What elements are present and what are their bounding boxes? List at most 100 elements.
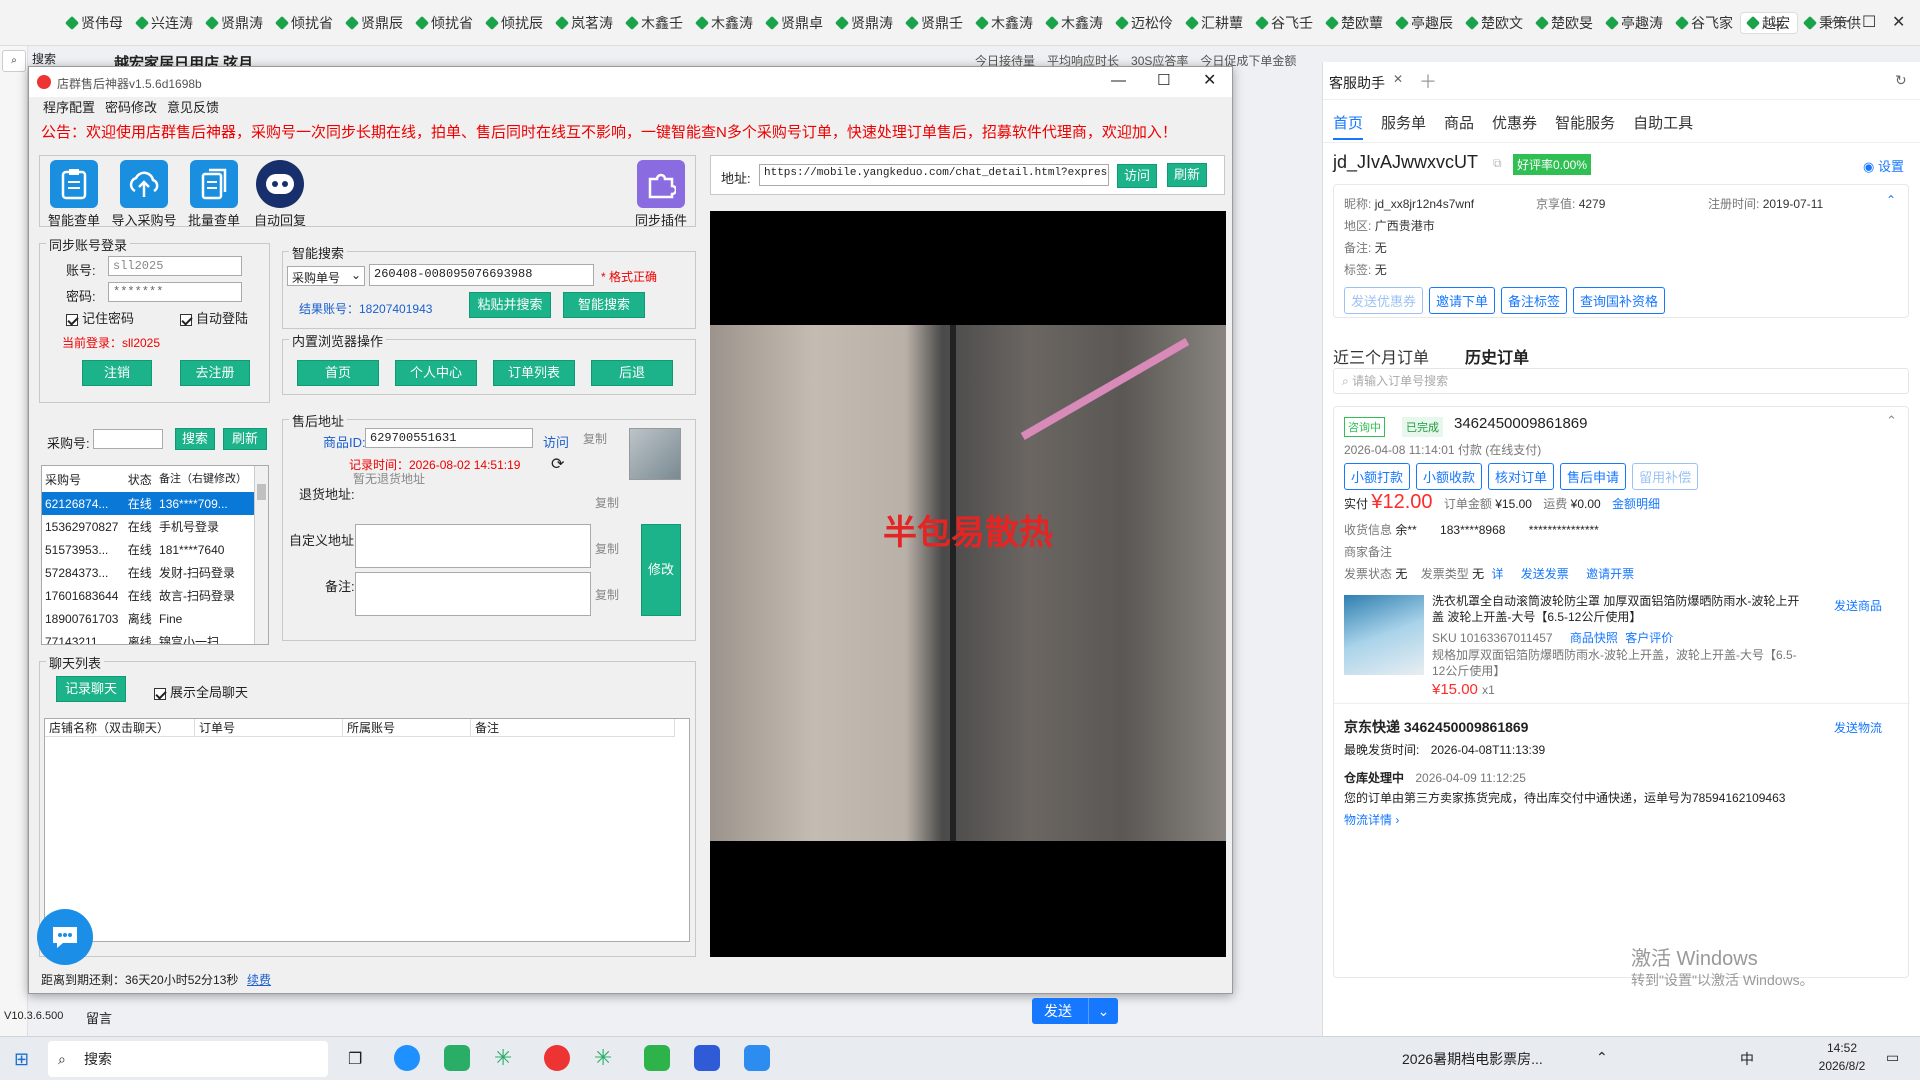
record-chat-button[interactable]: 记录聊天 [56,676,126,702]
settings-link[interactable]: ◉ 设置 [1863,156,1904,175]
show-all-chat-checkbox[interactable]: 展示全局聊天 [154,682,248,701]
browser-tab[interactable]: 倾扰辰 [480,12,550,34]
browser-tab[interactable]: 兴连涛 [130,12,200,34]
clock-time[interactable]: 14:52 [1812,1041,1872,1055]
browser-tab[interactable]: 倾扰省 [410,12,480,34]
browser-tab[interactable]: 楚欧旻 [1530,12,1600,34]
note-input[interactable] [355,572,591,616]
taskbar-news[interactable]: 2026暑期档电影票房... [1402,1049,1543,1069]
table-row[interactable]: 18900761703 离线 Fine [42,607,254,630]
modify-button[interactable]: 修改 [641,524,681,616]
clock-date[interactable]: 2026/8/2 [1804,1059,1880,1073]
subsidy-check-button[interactable]: 查询国补资格 [1573,287,1666,314]
smart-search-button[interactable]: 智能搜索 [563,292,645,318]
small-pay-button[interactable]: 小额打款 [1344,463,1411,490]
menu-config[interactable]: 程序配置 [43,97,95,119]
browser-tab[interactable]: 谷飞壬 [1250,12,1320,34]
invite-invoice-link[interactable]: 邀请开票 [1586,567,1634,581]
tool-auto-reply[interactable]: 自动回复 [250,160,310,229]
tool-smart-query[interactable]: 智能查单 [44,160,104,229]
chevron-up-icon[interactable]: ⌃ [1886,193,1896,207]
browser-tab[interactable]: 楚欧蕈 [1320,12,1390,34]
browser-tab[interactable]: 倾扰省 [270,12,340,34]
aftersale-app-icon[interactable] [544,1045,570,1071]
bg-search-label[interactable]: 搜索 [32,50,56,67]
windows-start-icon[interactable]: ⊞ [14,1049,29,1070]
maximize-icon[interactable]: ☐ [1862,12,1876,32]
browser-tab[interactable]: 迈松伶 [1110,12,1180,34]
browser-tab[interactable]: 贤鼎壬 [900,12,970,34]
menu-password[interactable]: 密码修改 [105,97,157,119]
table-row[interactable]: 17601683644 在线 故言-扫码登录 [42,584,254,607]
taskbar-search[interactable]: ⌕ 搜索 [48,1041,328,1077]
browser-tab[interactable]: 贤伟母 [60,12,130,34]
wechat-icon[interactable] [444,1045,470,1071]
send-coupon-button[interactable]: 发送优惠券 [1344,287,1424,314]
search-icon[interactable]: ⌕ [2,50,26,72]
tool-batch-query[interactable]: 批量查单 [184,160,244,229]
note-tag-button[interactable]: 备注标签 [1501,287,1568,314]
order-search-input[interactable]: ⌕ 请输入订单号搜索 [1333,368,1909,394]
renew-link[interactable]: 续费 [247,971,271,988]
browser-tab[interactable]: 亭趣涛 [1600,12,1670,34]
table-row[interactable]: 57284373... 在线 发财-扫码登录 [42,561,254,584]
minimize-icon[interactable]: — [1111,72,1126,89]
browser-tab[interactable]: 木鑫涛 [1040,12,1110,34]
browser-tab[interactable]: 贤鼎卓 [760,12,830,34]
assistant-tab[interactable]: 智能服务 [1555,112,1615,133]
table-row[interactable]: 77143211... 离线 锦宫小一扫... [42,630,254,645]
minimize-icon[interactable]: — [1832,12,1848,30]
visit-link[interactable]: 访问 [543,432,569,451]
browser-tab[interactable]: 木鑫涛 [970,12,1040,34]
custom-address-input[interactable] [355,524,591,568]
assistant-tab[interactable]: 优惠券 [1492,112,1537,133]
assistant-tab[interactable]: 自助工具 [1633,112,1693,133]
order-number-input[interactable]: 260408-008095076693988 [369,264,594,286]
search-type-select[interactable]: 采购单号 ⌄ [287,266,365,286]
url-refresh-button[interactable]: 刷新 [1167,163,1207,187]
review-link[interactable]: 客户评价 [1625,631,1673,645]
browser-tab[interactable]: 汇耕蕈 [1180,12,1250,34]
notification-icon[interactable]: ▭ [1886,1049,1899,1066]
browser-tab[interactable]: 楚欧文 [1460,12,1530,34]
close-icon[interactable]: ✕ [1393,72,1403,86]
browser-tab[interactable]: 岚茗涛 [550,12,620,34]
table-row[interactable]: 51573953... 在线 181****7640 [42,538,254,561]
copy-link[interactable]: 复制 [583,430,607,447]
chat-bubble-icon[interactable] [37,909,93,965]
buyer-search-input[interactable] [93,429,163,449]
chevron-up-icon[interactable]: ⌃ [1886,413,1897,429]
tab-recent-orders[interactable]: 近三个月订单 [1333,344,1429,368]
logistics-detail-link[interactable]: 物流详情 › [1344,811,1399,828]
buyer-search-button[interactable]: 搜索 [175,428,215,450]
paste-search-button[interactable]: 粘贴并搜索 [469,292,551,318]
aftersale-apply-button[interactable]: 售后申请 [1560,463,1627,490]
leave-message-label[interactable]: 留言 [86,1008,112,1027]
copy-icon[interactable]: ⧉ [1493,156,1502,171]
order-list-button[interactable]: 订单列表 [493,360,575,386]
autologin-checkbox[interactable]: 自动登陆 [180,308,248,327]
register-button[interactable]: 去注册 [180,360,250,386]
copy-link[interactable]: 复制 [595,540,619,557]
home-button[interactable]: 首页 [297,360,379,386]
browser-tab[interactable]: 亭趣辰 [1390,12,1460,34]
browser-tab[interactable]: 谷飞家 [1670,12,1740,34]
back-button[interactable]: 后退 [591,360,673,386]
table-row[interactable]: 62126874... 在线 136****709... [42,492,254,515]
app-m-icon[interactable] [694,1045,720,1071]
send-button[interactable]: 发送 ⌄ [1032,998,1118,1024]
send-product-link[interactable]: 发送商品 [1834,597,1882,614]
remember-checkbox[interactable]: 记住密码 [66,308,134,327]
task-view-icon[interactable]: ❐ [348,1049,362,1069]
plus-icon[interactable]: ＋ [1770,12,1786,36]
product-id-input[interactable]: 629700551631 [365,428,533,448]
maximize-icon[interactable]: ☐ [1157,71,1170,89]
profile-button[interactable]: 个人中心 [395,360,477,386]
amount-detail-link[interactable]: 金额明细 [1612,497,1660,511]
product-title[interactable]: 洗衣机罩全自动滚筒波轮防尘罩 加厚双面铝箔防爆晒防雨水-波轮上开盖 波轮上开盖-… [1432,593,1810,625]
snapshot-link[interactable]: 商品快照 [1570,631,1618,645]
table-row[interactable]: 15362970827 在线 手机号登录 [42,515,254,538]
refresh-icon[interactable]: ↻ [1895,72,1907,89]
compensation-button[interactable]: 留用补偿 [1632,463,1699,490]
tab-history-orders[interactable]: 历史订单 [1465,344,1529,368]
